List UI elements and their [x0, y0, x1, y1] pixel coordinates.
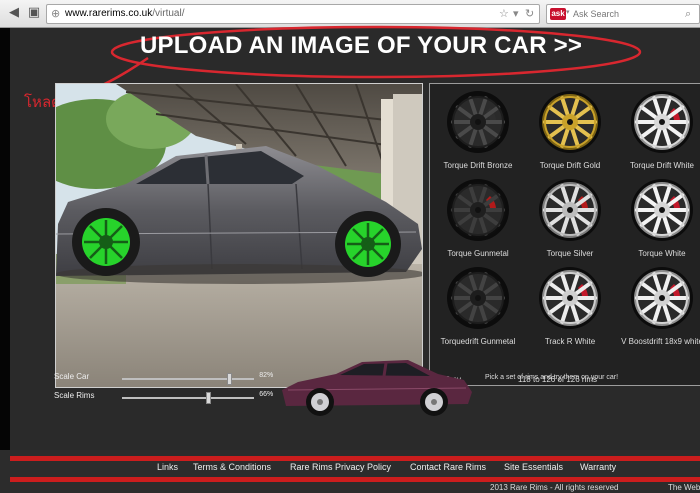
- rim-option[interactable]: Torque White: [616, 176, 700, 264]
- scale-rims-track[interactable]: [122, 392, 254, 404]
- scale-rims-slider-row: Scale Rims 66 %: [54, 391, 284, 405]
- rim-option[interactable]: V Boostdrift 18x9 white: [616, 264, 700, 352]
- rim-option[interactable]: Torque Drift Gold: [524, 88, 616, 176]
- copyright-text: 2013 Rare Rims - All rights reserved: [490, 483, 619, 492]
- footer-link[interactable]: Links: [157, 462, 178, 472]
- search-magnifier-icon[interactable]: ⌕: [685, 7, 691, 21]
- rim-option[interactable]: Track R White: [524, 264, 616, 352]
- rim-name: Torque Silver: [546, 249, 594, 258]
- rim-option[interactable]: Torque Drift White: [616, 88, 700, 176]
- ask-logo-icon: ask: [550, 8, 566, 20]
- back-arrow-icon[interactable]: ◀: [6, 5, 22, 21]
- car-photo[interactable]: [55, 83, 423, 388]
- rim-name: Torque Drift White: [629, 161, 695, 170]
- rim-name: Torque White: [638, 249, 686, 258]
- scale-car-value: 82: [259, 372, 267, 379]
- rims-panel: Torque Drift Bronze Torque Drift Gold Torq…: [429, 83, 700, 386]
- left-border: [0, 28, 10, 450]
- rim-wheel-icon: [447, 267, 509, 329]
- url-domain: www.rarerims.co.uk: [65, 8, 153, 19]
- scale-rims-unit: %: [267, 391, 274, 398]
- sample-car-image[interactable]: [278, 356, 474, 420]
- rim-wheel-icon: [539, 91, 601, 153]
- upload-image-link[interactable]: UPLOAD AN IMAGE OF YOUR CAR >>: [140, 32, 582, 60]
- search-placeholder: Ask Search: [573, 9, 620, 19]
- search-engine-dropdown-icon[interactable]: ▾: [566, 8, 570, 16]
- scale-rims-slider-thumb[interactable]: [206, 392, 212, 404]
- rim-name: V Boostdrift 18x9 white: [621, 337, 700, 346]
- footer-link[interactable]: Warranty: [580, 462, 616, 472]
- rim-name: Track R White: [544, 337, 596, 346]
- rim-wheel-icon: [539, 179, 601, 241]
- site-globe-icon: ⊕: [51, 7, 61, 20]
- dropdown-arrow-icon[interactable]: ▾: [513, 7, 519, 20]
- page: UPLOAD AN IMAGE OF YOUR CAR >> โหลดรูปรถ…: [0, 25, 700, 493]
- footer-divider-bottom: [10, 477, 700, 482]
- url-text: www.rarerims.co.uk/virtual/: [65, 8, 184, 19]
- rim-option[interactable]: Torquedrift Gunmetal: [432, 264, 524, 352]
- front-wheel-icon: [72, 208, 140, 276]
- rim-name: Torque Gunmetal: [447, 249, 509, 258]
- address-bar[interactable]: ⊕ www.rarerims.co.uk/virtual/ ☆ ▾ ↻: [46, 4, 540, 24]
- bookmark-page-icon[interactable]: ▣: [26, 5, 42, 21]
- footer-right-text: The Web: [668, 483, 700, 492]
- rim-option[interactable]: Torque Gunmetal: [432, 176, 524, 264]
- scale-car-track[interactable]: [122, 373, 254, 385]
- scale-car-slider-thumb[interactable]: [227, 373, 233, 385]
- scale-car-unit: %: [267, 372, 274, 379]
- main-content: UPLOAD AN IMAGE OF YOUR CAR >> โหลดรูปรถ…: [10, 25, 700, 461]
- scale-car-slider-row: Scale Car 82 %: [54, 372, 284, 386]
- footer-link[interactable]: Contact Rare Rims: [410, 462, 486, 472]
- scale-rims-label: Scale Rims: [54, 391, 95, 400]
- scale-car-label: Scale Car: [54, 372, 90, 381]
- url-path: /virtual/: [152, 8, 185, 19]
- car-photo-image: [56, 84, 422, 387]
- rim-option[interactable]: Torque Silver: [524, 176, 616, 264]
- scale-rims-value: 66: [259, 391, 267, 398]
- rim-name: Torque Drift Gold: [539, 161, 601, 170]
- rim-wheel-icon: [539, 267, 601, 329]
- footer-link[interactable]: Terms & Conditions: [193, 462, 271, 472]
- rim-name: Torquedrift Gunmetal: [440, 337, 516, 346]
- footer-link[interactable]: Site Essentials: [504, 462, 563, 472]
- pick-rims-instruction: Pick a set of rims and try them on your …: [485, 374, 619, 381]
- reload-icon[interactable]: ↻: [525, 7, 534, 20]
- search-box[interactable]: ask ▾ Ask Search ⌕: [546, 4, 700, 24]
- rim-wheel-icon: [447, 179, 509, 241]
- rim-wheel-icon: [631, 267, 693, 329]
- footer-nav: Links Terms & Conditions Rare Rims Privacy…: [10, 459, 700, 477]
- footer-link[interactable]: Rare Rims Privacy Policy: [290, 462, 391, 472]
- rim-wheel-icon: [447, 91, 509, 153]
- rim-option[interactable]: Torque Drift Bronze: [432, 88, 524, 176]
- rim-wheel-icon: [631, 179, 693, 241]
- bookmark-star-icon[interactable]: ☆: [499, 7, 509, 20]
- rim-wheel-icon: [631, 91, 693, 153]
- rim-name: Torque Drift Bronze: [443, 161, 513, 170]
- rear-wheel-icon: [335, 211, 401, 277]
